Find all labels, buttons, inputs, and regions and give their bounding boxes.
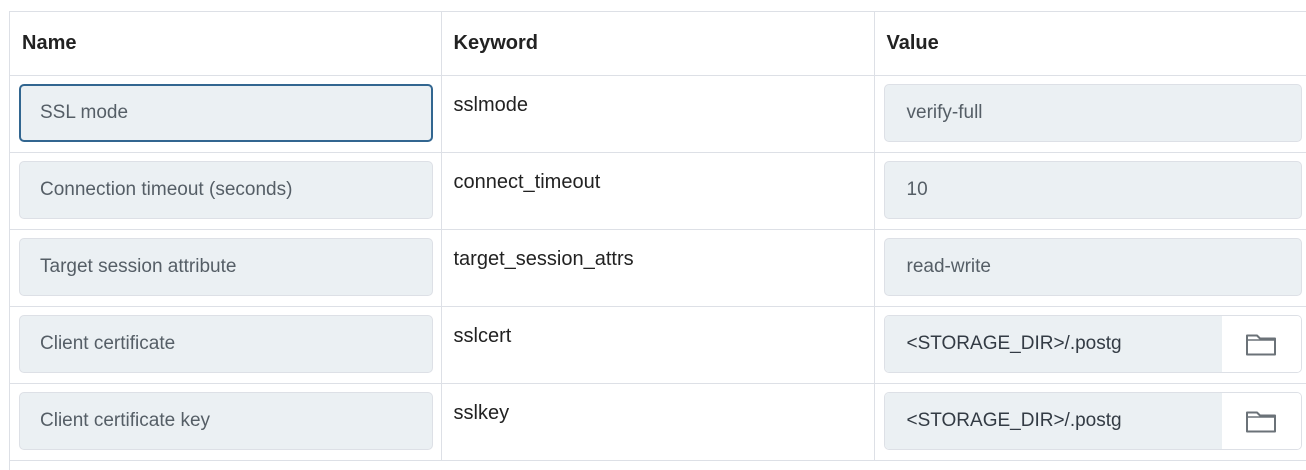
keyword-cell: sslcert (441, 306, 875, 384)
table-row-connect-timeout: Connection timeout (seconds) connect_tim… (10, 152, 1306, 230)
value-field-target-session-attrs[interactable]: read-write (883, 237, 1302, 296)
name-field-connect-timeout[interactable]: Connection timeout (seconds) (19, 160, 433, 219)
keyword-cell: target_session_attrs (441, 229, 875, 307)
keyword-sslcert: sslcert (453, 324, 512, 347)
table-row-sslcert: Client certificate sslcert <STORAGE_DIR>… (10, 306, 1306, 384)
value-cell: 10 (874, 152, 1306, 230)
value-cell: verify-full (874, 75, 1306, 153)
name-cell: Client certificate key (10, 383, 442, 461)
keyword-sslkey: sslkey (453, 401, 510, 424)
file-path-input-sslkey[interactable]: <STORAGE_DIR>/.postg (884, 392, 1222, 449)
name-field-sslmode[interactable]: SSL mode (19, 83, 433, 142)
keyword-cell: sslmode (441, 75, 875, 153)
file-picker-sslkey: <STORAGE_DIR>/.postg (883, 391, 1302, 450)
file-path-input-sslcert[interactable]: <STORAGE_DIR>/.postg (884, 315, 1222, 372)
connection-parameters-table: Name Keyword Value SSL mode sslmode veri… (10, 12, 1306, 461)
value-cell: read-write (874, 229, 1306, 307)
name-cell: Connection timeout (seconds) (10, 152, 442, 230)
keyword-target-session-attrs: target_session_attrs (453, 247, 634, 270)
table-header-row: Name Keyword Value (10, 12, 1306, 76)
keyword-sslmode: sslmode (453, 93, 528, 116)
keyword-cell: sslkey (441, 383, 875, 461)
connection-parameters-table-wrapper: Name Keyword Value SSL mode sslmode veri… (9, 11, 1306, 470)
table-row-target-session-attrs: Target session attribute target_session_… (10, 229, 1306, 307)
value-cell: <STORAGE_DIR>/.postg (874, 306, 1306, 384)
value-field-sslmode[interactable]: verify-full (883, 83, 1302, 142)
browse-button-sslcert[interactable] (1221, 315, 1301, 372)
value-cell: <STORAGE_DIR>/.postg (874, 383, 1306, 461)
keyword-connect-timeout: connect_timeout (453, 170, 601, 193)
name-cell: Client certificate (10, 306, 442, 384)
browse-button-sslkey[interactable] (1221, 392, 1301, 449)
name-field-sslkey[interactable]: Client certificate key (19, 391, 433, 450)
folder-icon (1246, 411, 1276, 432)
value-field-connect-timeout[interactable]: 10 (883, 160, 1302, 219)
column-header-keyword: Keyword (441, 12, 875, 76)
name-field-sslcert[interactable]: Client certificate (19, 314, 433, 373)
column-header-name: Name (10, 12, 442, 76)
column-header-value: Value (874, 12, 1306, 76)
folder-icon (1246, 334, 1276, 355)
file-picker-sslcert: <STORAGE_DIR>/.postg (883, 314, 1302, 373)
name-field-target-session-attrs[interactable]: Target session attribute (19, 237, 433, 296)
table-row-sslkey: Client certificate key sslkey <STORAGE_D… (10, 383, 1306, 461)
table-row-sslmode: SSL mode sslmode verify-full (10, 75, 1306, 153)
name-cell: SSL mode (10, 75, 442, 153)
name-cell: Target session attribute (10, 229, 442, 307)
keyword-cell: connect_timeout (441, 152, 875, 230)
